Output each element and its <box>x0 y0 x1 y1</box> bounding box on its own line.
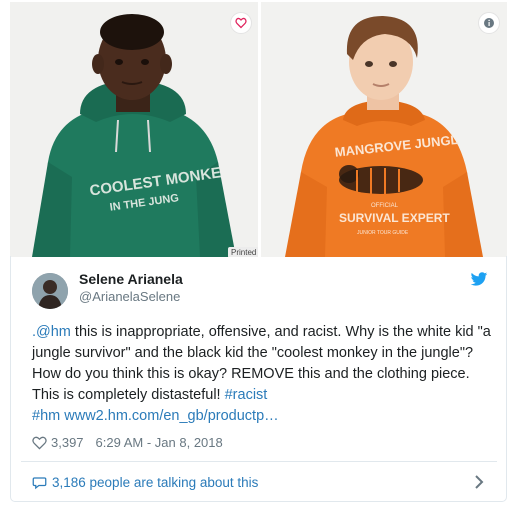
info-icon[interactable] <box>478 12 500 34</box>
talking-count[interactable]: 3,186 people are talking about this <box>52 475 258 490</box>
like-count[interactable]: 3,397 <box>51 435 84 450</box>
tweet-text: .@hm this is inappropriate, offensive, a… <box>32 322 494 427</box>
timestamp[interactable]: 6:29 AM - Jan 8, 2018 <box>96 435 223 450</box>
hashtag-link-racist[interactable]: #racist <box>225 387 268 403</box>
mention-link[interactable]: .@hm <box>32 324 71 340</box>
tweet-meta: 3,397 6:29 AM - Jan 8, 2018 <box>32 435 223 450</box>
like-heart-icon[interactable] <box>32 436 47 450</box>
hoodie-print-right-2: OFFICIAL <box>371 203 399 209</box>
url-link[interactable]: www2.hm.com/en_gb/productp… <box>64 408 278 424</box>
chevron-right-icon[interactable] <box>474 474 484 495</box>
speech-bubble-icon <box>32 476 47 490</box>
conversation-link[interactable]: 3,186 people are talking about this <box>32 475 258 490</box>
hashtag-link-hm[interactable]: #hm <box>32 408 60 424</box>
heart-icon[interactable] <box>230 12 252 34</box>
twitter-bird-icon[interactable] <box>470 272 488 292</box>
child-orange-hoodie-illustration: MANGROVE JUNGL OFFICIAL SURVIVAL EXPERT … <box>261 2 507 257</box>
author-name[interactable]: Selene Arianela <box>79 271 183 287</box>
divider <box>21 461 497 462</box>
media-image-right[interactable]: MANGROVE JUNGL OFFICIAL SURVIVAL EXPERT … <box>261 2 507 257</box>
author-handle[interactable]: @ArianelaSelene <box>79 289 180 304</box>
hoodie-print-right-3: SURVIVAL EXPERT <box>339 211 450 225</box>
media-image-left[interactable]: COOLEST MONKE IN THE JUNG Printed <box>10 2 258 257</box>
child-green-hoodie-illustration: COOLEST MONKE IN THE JUNG <box>10 2 258 257</box>
tweet-media[interactable]: COOLEST MONKE IN THE JUNG Printed MANGRO… <box>10 2 507 257</box>
hoodie-print-right-4: JUNIOR TOUR GUIDE <box>357 230 409 236</box>
tweet-card: Selene Arianela @ArianelaSelene .@hm thi… <box>10 256 507 502</box>
avatar[interactable] <box>32 273 68 309</box>
